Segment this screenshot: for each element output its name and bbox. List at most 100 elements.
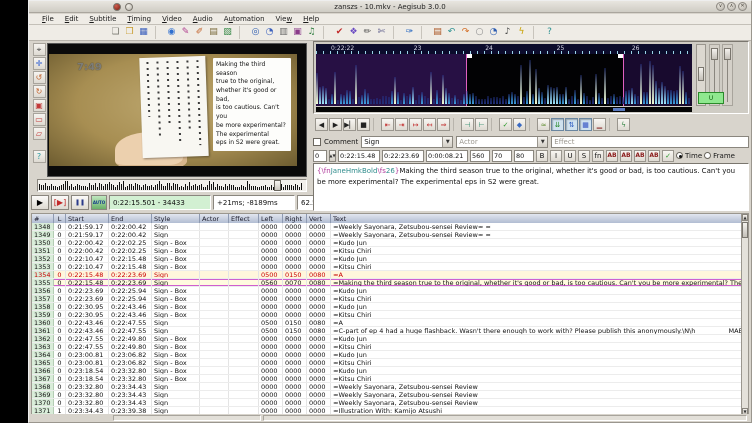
margin-vertical-field[interactable]: 80 — [514, 150, 534, 162]
grid-header-cell[interactable]: Left — [259, 214, 283, 223]
grid-header-cell[interactable]: L — [54, 214, 66, 223]
play-to-end-icon[interactable]: ⇒ — [437, 118, 450, 131]
subtitle-row[interactable]: 1365 0 0:23:00.81 0:23:06.82 Sign - Box … — [32, 359, 744, 367]
menu-subtitle[interactable]: Subtitle — [84, 14, 121, 24]
spectrum-mode-icon[interactable]: ▦ — [579, 118, 592, 131]
audio-link-button[interactable]: ∪ — [698, 92, 724, 104]
audio-spectrogram[interactable] — [316, 54, 692, 106]
bold-button[interactable]: B — [536, 150, 548, 162]
subtitle-row[interactable]: 1357 0 0:22:23.69 0:22:25.94 Sign - Box … — [32, 295, 744, 303]
karaoke-mode-icon[interactable]: ϟ — [617, 118, 630, 131]
subtitle-row[interactable]: 1362 0 0:22:47.55 0:22:49.80 Sign - Box … — [32, 335, 744, 343]
grid-header-cell[interactable]: Vert — [307, 214, 331, 223]
styling-assistant-icon[interactable]: ✏ — [361, 26, 374, 39]
audio-prev-line-icon[interactable]: ◀ — [315, 118, 328, 131]
subtitle-row[interactable]: 1351 0 0:22:00.42 0:22:02.25 Sign - Box … — [32, 247, 744, 255]
play-500ms-before-icon[interactable]: ⇤ — [381, 118, 394, 131]
subtitle-row[interactable]: 1352 0 0:22:10.47 0:22:15.48 Sign - Box … — [32, 255, 744, 263]
duration-field[interactable]: 0:00:08.21 — [426, 150, 468, 162]
video-seek-bar[interactable] — [37, 179, 307, 192]
auto-next-icon[interactable]: ⇊ — [551, 118, 564, 131]
resample-resolution-icon[interactable]: ▧ — [221, 26, 234, 39]
undo-icon[interactable]: ↶ — [445, 26, 458, 39]
rotate-z-tool-icon[interactable]: ↺ — [33, 71, 46, 84]
new-subtitles-icon[interactable]: ❏ — [109, 26, 122, 39]
auto-scroll-icon[interactable]: ⇅ — [565, 118, 578, 131]
subtitle-row[interactable]: 1353 0 0:22:10.47 0:22:15.48 Sign - Box … — [32, 263, 744, 271]
drag-tool-icon[interactable]: ✛ — [33, 57, 46, 70]
start-time-field[interactable]: 0:22:15.48 — [338, 150, 380, 162]
scroll-up-icon[interactable]: ▲ — [742, 214, 748, 221]
auto-seek-toggle[interactable]: AUTO — [91, 195, 107, 210]
commit-icon[interactable]: ✓ — [499, 118, 512, 131]
subtitle-row[interactable]: 1355 0 0:22:15.48 0:22:23.69 Sign 0560 0… — [32, 279, 744, 287]
audio-display[interactable]: 0:22:2223242526 ∪ — [313, 41, 749, 114]
subtitle-row[interactable]: 1359 0 0:22:30.95 0:22:43.46 Sign - Box … — [32, 311, 744, 319]
grid-header-cell[interactable]: Text — [331, 214, 744, 223]
margin-left-field[interactable]: 560 — [470, 150, 490, 162]
spell-checker-icon[interactable]: ✔ — [333, 26, 346, 39]
subtitle-row[interactable]: 1364 0 0:23:00.81 0:23:06.82 Sign - Box … — [32, 351, 744, 359]
fonts-collector-icon[interactable]: ▤ — [207, 26, 220, 39]
menu-audio[interactable]: Audio — [188, 14, 218, 24]
video-details-icon[interactable]: ◔ — [487, 26, 500, 39]
secondary-color-button[interactable]: AB — [620, 150, 632, 162]
outline-color-button[interactable]: AB — [634, 150, 646, 162]
subtitle-row[interactable]: 1369 0 0:23:32.80 0:23:34.43 Sign 0000 0… — [32, 391, 744, 399]
underline-button[interactable]: U — [564, 150, 576, 162]
grid-header-cell[interactable]: Style — [152, 214, 200, 223]
margin-right-field[interactable]: 70 — [492, 150, 512, 162]
video-display[interactable]: 7:49 Making the third season true to the… — [47, 43, 307, 177]
lead-out-icon[interactable]: ⊢ — [475, 118, 488, 131]
assdraw-icon[interactable]: ✑ — [403, 26, 416, 39]
audio-play-selection-icon[interactable]: ▶ — [329, 118, 342, 131]
auto-commit-icon[interactable]: ≈ — [537, 118, 550, 131]
pause-button[interactable]: ❚❚ — [71, 195, 89, 210]
menu-file[interactable]: File — [37, 14, 59, 24]
open-audio-icon[interactable]: ♫ — [305, 26, 318, 39]
menu-automation[interactable]: Automation — [219, 14, 270, 24]
go-to-selection-icon[interactable]: ◆ — [513, 118, 526, 131]
chevron-down-icon[interactable]: ▼ — [537, 137, 547, 147]
subtitle-row[interactable]: 1348 0 0:21:59.17 0:22:00.42 Sign 0000 0… — [32, 223, 744, 231]
commit-button[interactable]: ✓ — [662, 150, 674, 162]
italic-button[interactable]: I — [550, 150, 562, 162]
subtitle-row[interactable]: 1356 0 0:22:23.69 0:22:25.94 Sign - Box … — [32, 287, 744, 295]
actor-combobox[interactable]: Actor▼ — [456, 136, 548, 148]
primary-color-button[interactable]: AB — [606, 150, 618, 162]
shift-times-icon[interactable]: ◔ — [263, 26, 276, 39]
end-time-field[interactable]: 0:22:23.69 — [382, 150, 424, 162]
video-help-icon[interactable]: ? — [33, 150, 46, 163]
save-subtitles-icon[interactable]: ▦ — [137, 26, 150, 39]
menu-video[interactable]: Video — [157, 14, 187, 24]
grid-header-cell[interactable]: End — [109, 214, 152, 223]
rotate-xy-tool-icon[interactable]: ↻ — [33, 85, 46, 98]
subtitle-row[interactable]: 1358 0 0:22:30.95 0:22:43.46 Sign - Box … — [32, 303, 744, 311]
properties-icon[interactable]: ◉ — [165, 26, 178, 39]
subtitle-row[interactable]: 1361 0 0:22:43.46 0:22:47.55 Sign 0500 0… — [32, 327, 744, 335]
subtitle-row[interactable]: 1368 0 0:23:32.80 0:23:34.43 Sign 0000 0… — [32, 383, 744, 391]
subtitle-row[interactable]: 1350 0 0:22:00.42 0:22:02.25 Sign - Box … — [32, 239, 744, 247]
play-selection-button[interactable]: [▶] — [51, 195, 69, 210]
find-icon[interactable]: ○ — [473, 26, 486, 39]
seek-thumb[interactable] — [274, 180, 281, 191]
play-500ms-after-icon[interactable]: ⇥ — [395, 118, 408, 131]
grid-scroll-thumb[interactable] — [742, 222, 748, 238]
translation-assistant-icon[interactable]: ❖ — [347, 26, 360, 39]
grid-header-cell[interactable]: Effect — [229, 214, 259, 223]
subtitle-row[interactable]: 1367 0 0:23:18.54 0:23:32.80 Sign - Box … — [32, 375, 744, 383]
subtitle-grid[interactable]: #LStartEndStyleActorEffectLeftRightVertT… — [31, 213, 745, 416]
jump-to-icon[interactable]: ◎ — [249, 26, 262, 39]
subtitle-text-editor[interactable]: {\fnJaneHmkBold\fs26}Making the third se… — [313, 163, 749, 211]
minimize-button[interactable]: ∨ — [716, 2, 725, 11]
grid-scrollbar[interactable]: ▲ ▼ — [741, 213, 749, 416]
scale-tool-icon[interactable]: ▣ — [33, 99, 46, 112]
audio-play-line-icon[interactable]: ▶▏ — [343, 118, 356, 131]
audio-h-scrollbar[interactable] — [316, 107, 692, 112]
menu-edit[interactable]: Edit — [60, 14, 84, 24]
titlebar[interactable]: zanszs - 10.mkv - Aegisub 3.0.0 ∨ ∧ ✕ — [29, 1, 751, 13]
select-lines-icon[interactable]: ▥ — [277, 26, 290, 39]
open-video-icon[interactable]: ▣ — [291, 26, 304, 39]
audio-stop-icon[interactable]: ■ — [357, 118, 370, 131]
grid-header-cell[interactable]: Start — [66, 214, 109, 223]
